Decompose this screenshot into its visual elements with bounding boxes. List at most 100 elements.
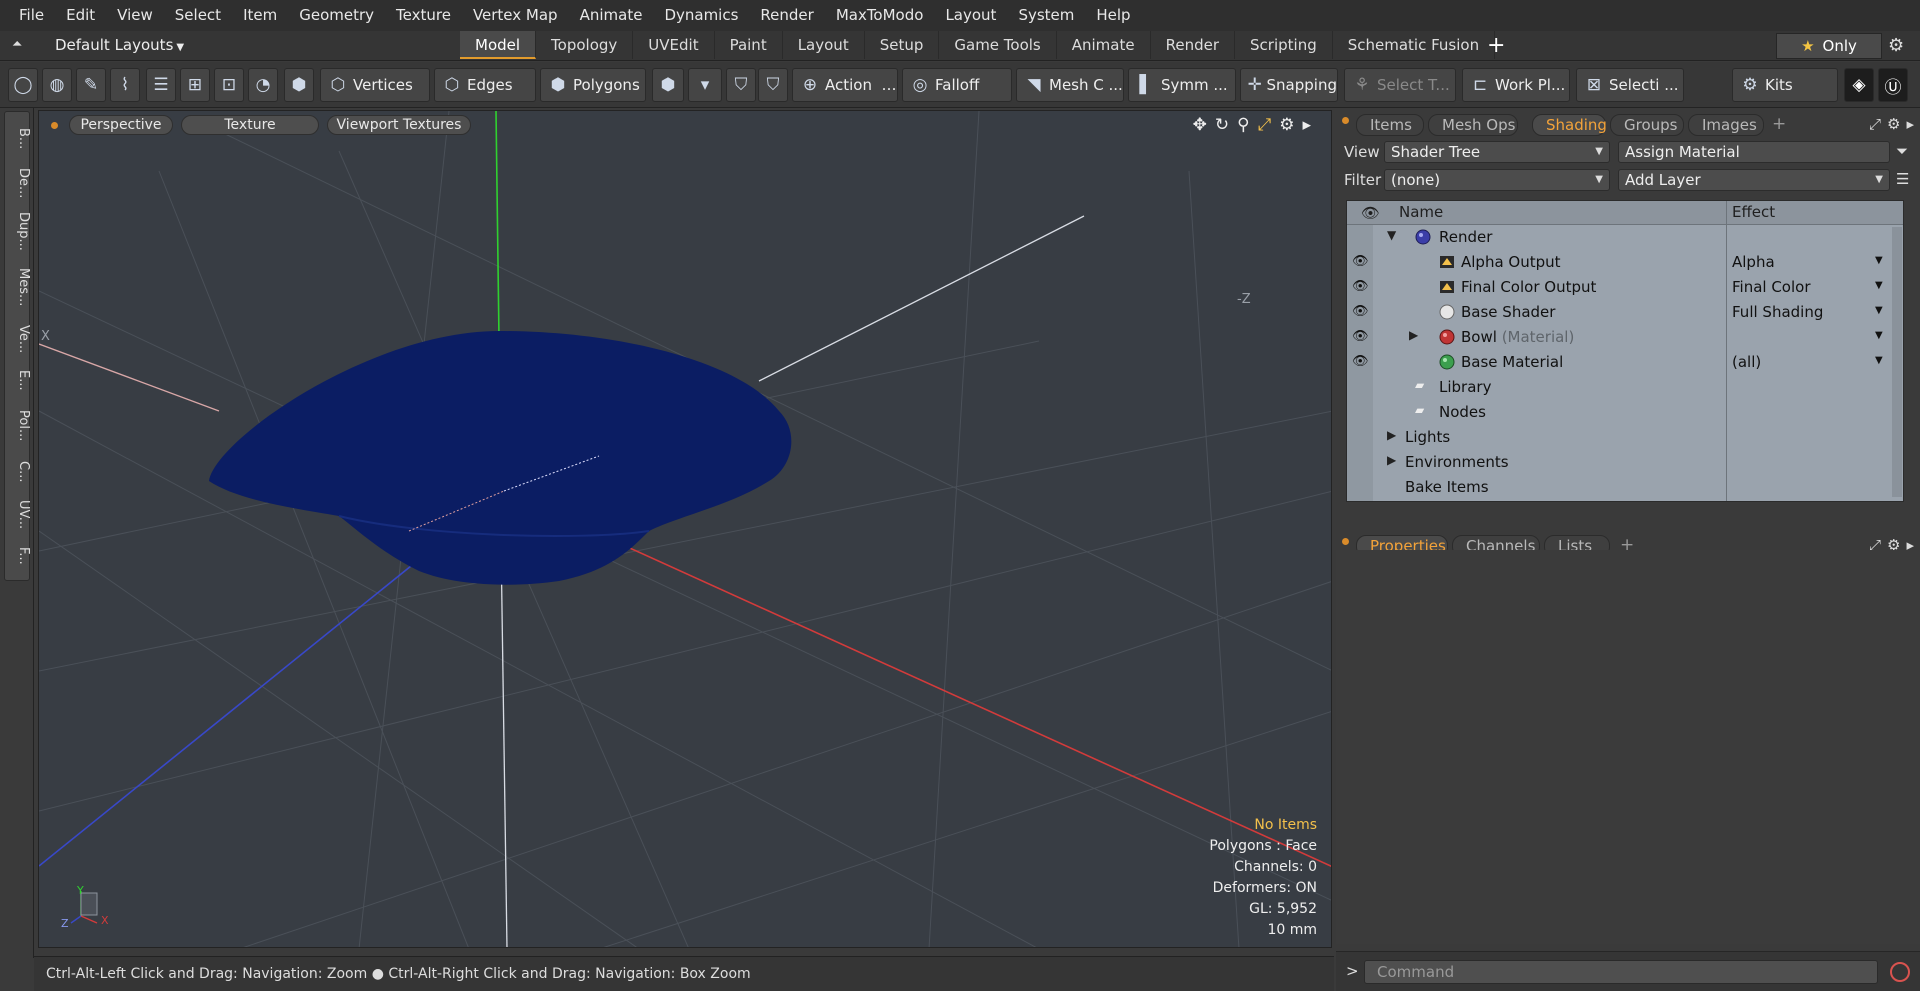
unreal-button[interactable]: Ⓤ <box>1878 68 1908 102</box>
globe-button[interactable]: ◍ <box>42 68 72 102</box>
polygons-button[interactable]: ⬢ Polygons <box>540 68 646 102</box>
expand-triangle-icon[interactable]: ▶ <box>1387 453 1396 467</box>
texture-shading-button[interactable]: Texture <box>181 115 319 135</box>
tree-row-base-material[interactable]: 👁 Base Material (all) ▼ <box>1347 350 1887 375</box>
shield-alt-button[interactable]: ⛉ <box>758 68 788 102</box>
left-tab-vertex[interactable]: Ve... <box>5 320 31 358</box>
symmetry-shield-button[interactable]: ⛉ <box>726 68 756 102</box>
snapping-button[interactable]: ✛ Snapping <box>1240 68 1338 102</box>
col-effect-header[interactable]: Effect <box>1732 203 1775 221</box>
tree-row-final-color-output[interactable]: 👁 Final Color Output Final Color ▼ <box>1347 275 1887 300</box>
left-tab-mesh-edit[interactable]: Mes... <box>5 262 31 312</box>
only-button[interactable]: ★ Only <box>1776 33 1882 59</box>
tree-row-nodes[interactable]: ▰ Nodes <box>1347 400 1887 425</box>
menu-item[interactable]: Item <box>232 0 288 31</box>
gear-icon[interactable]: ⚙ <box>1887 115 1900 133</box>
viewport-textures-button[interactable]: Viewport Textures <box>327 115 471 135</box>
tab-schematic-fusion[interactable]: Schematic Fusion <box>1333 31 1496 59</box>
menu-maxtomodo[interactable]: MaxToModo <box>825 0 935 31</box>
left-tab-uv[interactable]: UV... <box>5 496 31 534</box>
expand-triangle-icon[interactable]: ▶ <box>1387 428 1396 442</box>
mode-dropdown-button[interactable]: ▾ <box>688 68 722 102</box>
left-tab-fusion[interactable]: F... <box>5 540 31 572</box>
collapse-triangle-icon[interactable]: ▼ <box>1387 228 1396 242</box>
tab-images[interactable]: Images <box>1688 114 1764 136</box>
select-through-button[interactable]: ⚘ Select T... <box>1344 68 1456 102</box>
menu-file[interactable]: File <box>8 0 55 31</box>
sphere-button[interactable]: ◔ <box>248 68 278 102</box>
caret-down-icon[interactable]: ▼ <box>1875 330 1883 341</box>
visibility-eye-icon[interactable]: 👁 <box>1352 329 1369 344</box>
symmetry-button[interactable]: ▌ Symm ... <box>1128 68 1236 102</box>
bowl-mesh[interactable] <box>209 331 792 585</box>
tab-scripting[interactable]: Scripting <box>1235 31 1333 59</box>
caret-down-icon[interactable]: ▼ <box>1875 280 1883 291</box>
kits-button[interactable]: ⚙ Kits <box>1732 68 1838 102</box>
work-plane-button[interactable]: ⊏ Work Pl... <box>1462 68 1570 102</box>
align-button[interactable]: ☰ <box>146 68 176 102</box>
maximize-icon[interactable]: ⤢ <box>1258 115 1272 135</box>
grid-button[interactable]: ⊞ <box>180 68 210 102</box>
visibility-eye-icon[interactable]: 👁 <box>1352 354 1369 369</box>
col-name-header[interactable]: Name <box>1399 203 1443 221</box>
tab-game-tools[interactable]: Game Tools <box>939 31 1057 59</box>
tab-topology[interactable]: Topology <box>536 31 634 59</box>
material-mode-button[interactable]: ⬢ <box>652 68 684 102</box>
perspective-button[interactable]: Perspective <box>69 115 173 135</box>
add-tab-icon[interactable]: + <box>1772 114 1786 134</box>
tab-model[interactable]: Model <box>460 31 537 59</box>
add-layer-select[interactable]: Add Layer ▼ <box>1618 169 1890 191</box>
unity-button[interactable]: ◈ <box>1844 68 1874 102</box>
filter-select[interactable]: (none) ▼ <box>1384 169 1610 191</box>
edges-button[interactable]: ⬡ Edges <box>434 68 536 102</box>
command-input[interactable]: Command <box>1364 960 1878 984</box>
play-icon[interactable]: ▸ <box>1302 115 1311 135</box>
tree-row-environments[interactable]: ▶ Environments <box>1347 450 1887 475</box>
menu-texture[interactable]: Texture <box>385 0 462 31</box>
rotate-icon[interactable]: ↻ <box>1215 115 1229 135</box>
caret-down-icon[interactable]: ▼ <box>1875 355 1883 366</box>
visibility-eye-icon[interactable]: 👁 <box>1352 279 1369 294</box>
tree-row-bake-items[interactable]: Bake Items <box>1347 475 1887 500</box>
menu-vertex-map[interactable]: Vertex Map <box>462 0 569 31</box>
menu-animate[interactable]: Animate <box>569 0 654 31</box>
assign-material-button[interactable]: Assign Material <box>1618 141 1890 163</box>
expand-icon[interactable]: ⤢ <box>1869 115 1881 133</box>
add-tab-icon[interactable]: + <box>1487 31 1505 60</box>
left-tab-basic[interactable]: B... <box>5 120 31 158</box>
pen-button[interactable]: ✎ <box>76 68 106 102</box>
left-tab-deform[interactable]: De... <box>5 164 31 202</box>
zoom-icon[interactable]: ⚲ <box>1237 115 1249 135</box>
tree-row-lights[interactable]: ▶ Lights <box>1347 425 1887 450</box>
3d-viewport[interactable]: Y X Z X -Z Perspective Texture Viewport … <box>38 110 1332 948</box>
expand-triangle-icon[interactable]: ▶ <box>1409 328 1418 342</box>
menu-geometry[interactable]: Geometry <box>288 0 385 31</box>
left-tab-polygon[interactable]: Pol... <box>5 404 31 448</box>
falloff-button[interactable]: ◎ Falloff <box>902 68 1012 102</box>
item-mode-button[interactable]: ⬢ <box>284 68 314 102</box>
left-tab-duplicate[interactable]: Dup... <box>5 208 31 254</box>
collapse-up-icon[interactable]: ⏶ <box>12 37 30 55</box>
tab-render[interactable]: Render <box>1151 31 1236 59</box>
tab-setup[interactable]: Setup <box>865 31 940 59</box>
visibility-eye-icon[interactable]: 👁 <box>1352 254 1369 269</box>
menu-layout[interactable]: Layout <box>934 0 1007 31</box>
gear-icon[interactable]: ⚙ <box>1279 115 1294 135</box>
filter-funnel-icon[interactable]: ⏷ <box>1896 142 1908 160</box>
selection-sets-button[interactable]: ⊠ Selecti ... <box>1576 68 1684 102</box>
caret-down-icon[interactable]: ▼ <box>1875 305 1883 316</box>
shader-tree-scrollbar[interactable] <box>1892 227 1902 497</box>
layout-select[interactable]: Default Layouts ▼ <box>55 36 184 54</box>
visibility-eye-icon[interactable]: 👁 <box>1352 304 1369 319</box>
caret-down-icon[interactable]: ▼ <box>1875 255 1883 266</box>
menu-dynamics[interactable]: Dynamics <box>653 0 749 31</box>
tree-row-bowl-material[interactable]: 👁 ▶ Bowl (Material) ▼ <box>1347 325 1887 350</box>
menu-render[interactable]: Render <box>749 0 824 31</box>
brush-button[interactable]: ⌇ <box>110 68 140 102</box>
tab-groups[interactable]: Groups <box>1610 114 1684 136</box>
vertices-button[interactable]: ⬡ Vertices <box>320 68 430 102</box>
tab-layout[interactable]: Layout <box>783 31 865 59</box>
select-mode-circle-button[interactable]: ◯ <box>8 68 38 102</box>
menu-help[interactable]: Help <box>1085 0 1141 31</box>
menu-view[interactable]: View <box>106 0 164 31</box>
